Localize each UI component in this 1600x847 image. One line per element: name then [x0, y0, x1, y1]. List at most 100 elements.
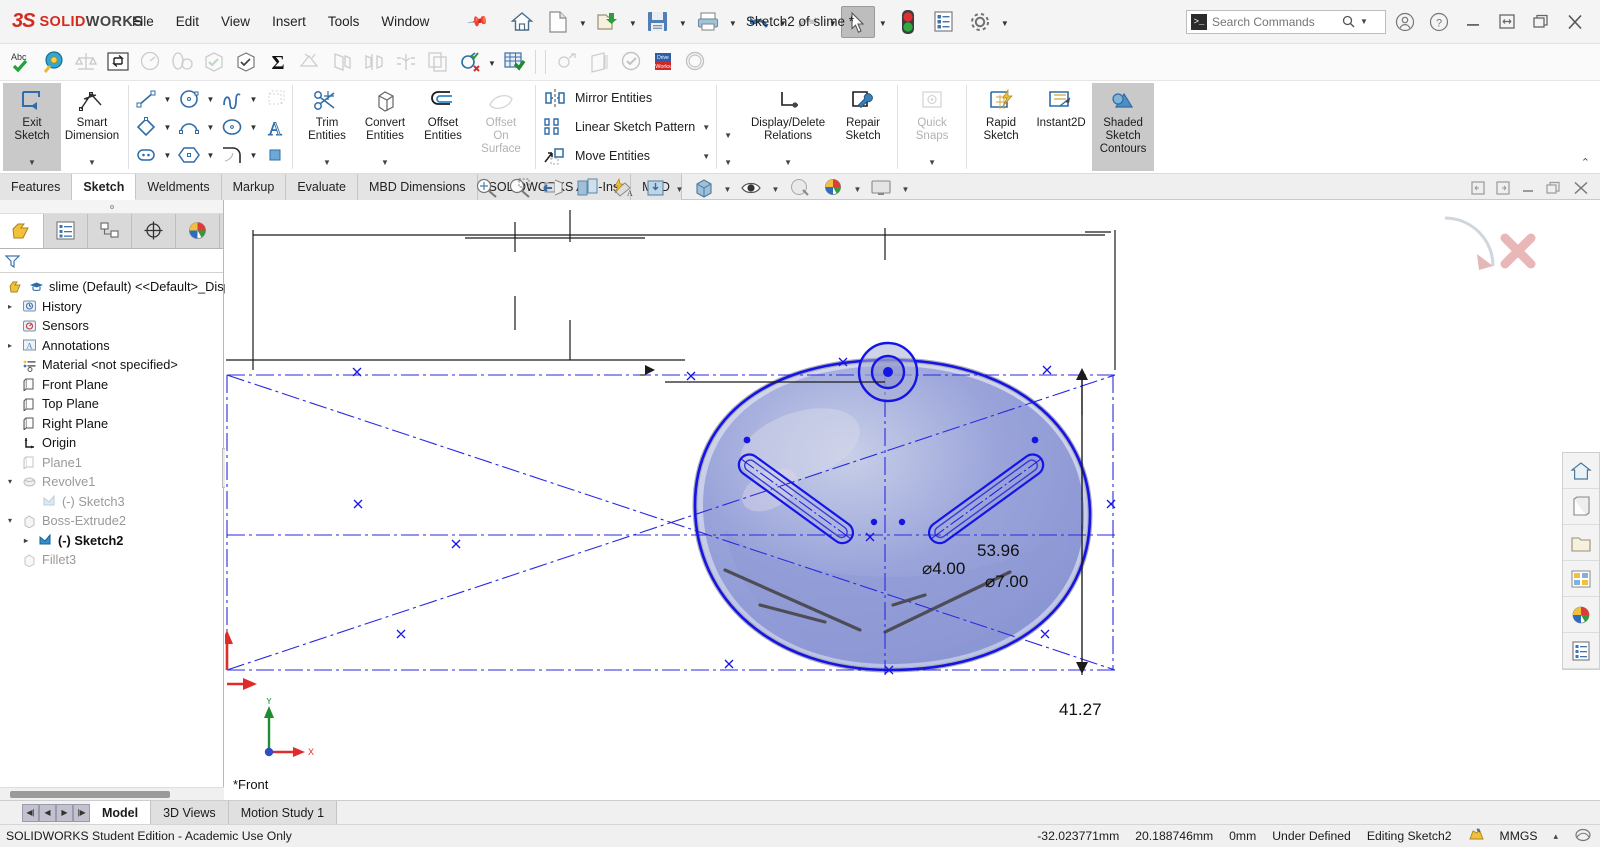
document-maximize-icon[interactable]: [1545, 180, 1563, 196]
dfmxpress-icon[interactable]: [583, 47, 614, 78]
rectangle-tool-caret-icon[interactable]: ▼: [161, 114, 174, 141]
tree-node-sensors[interactable]: Sensors: [0, 316, 223, 336]
compare-documents-icon[interactable]: [390, 47, 421, 78]
mass-properties-icon[interactable]: [70, 47, 101, 78]
ribbon-overflow-caret-1[interactable]: ▼: [724, 131, 732, 140]
diameter-dimension-outer[interactable]: ⌀4.00: [922, 559, 965, 579]
sensor-gauge-icon[interactable]: [134, 47, 165, 78]
select-cursor-icon[interactable]: [840, 5, 875, 38]
sketch-circles-top[interactable]: [857, 341, 919, 403]
driveworksxpress-icon[interactable]: Drive Works: [647, 47, 678, 78]
tree-node-boss-extrude2[interactable]: ▾ Boss-Extrude2: [0, 511, 223, 531]
arc-tool-caret-icon[interactable]: ▼: [204, 114, 217, 141]
undo-caret-icon[interactable]: ▼: [777, 6, 789, 38]
3d-sketch-icon[interactable]: [260, 86, 290, 113]
apply-scene-box-caret-icon[interactable]: ▼: [674, 176, 685, 200]
move-entities-caret-icon[interactable]: ▼: [702, 152, 710, 161]
smart-dimension-caret-icon[interactable]: ▼: [88, 156, 96, 171]
design-table-icon[interactable]: [499, 47, 530, 78]
display-style-lightning-icon[interactable]: A: [606, 176, 637, 200]
view-palette-icon[interactable]: [1563, 561, 1599, 597]
menu-item-insert[interactable]: Insert: [272, 14, 306, 29]
document-close-icon[interactable]: [1572, 180, 1590, 196]
custom-properties-icon[interactable]: [1563, 633, 1599, 669]
view-settings-display-icon[interactable]: [866, 176, 897, 200]
help-icon[interactable]: ?: [1424, 7, 1454, 37]
move-entities-button[interactable]: Move Entities ▼: [542, 143, 710, 170]
select-caret-icon[interactable]: ▼: [877, 6, 889, 38]
slot-tool-icon[interactable]: [131, 142, 161, 169]
home-icon[interactable]: [505, 6, 539, 38]
simulationxpress-icon[interactable]: [615, 47, 646, 78]
search-caret-icon[interactable]: ▼: [1360, 17, 1368, 26]
pane-left-icon[interactable]: [1470, 180, 1486, 196]
vertical-dimension[interactable]: 41.27: [1059, 700, 1102, 720]
graphics-viewport[interactable]: 53.96 ⌀4.00 ⌀7.00 41.27 *Front Y X: [225, 200, 1600, 800]
display-delete-relations-button[interactable]: Display/Delete Relations ▼: [742, 83, 834, 171]
spline-tool-caret-icon[interactable]: ▼: [247, 86, 260, 113]
tree-arrow-revolve1[interactable]: ▾: [4, 477, 16, 486]
exit-sketch-button[interactable]: Exit Sketch ▼: [3, 83, 61, 171]
bottom-tab-3d-views[interactable]: 3D Views: [151, 801, 229, 824]
save-caret-icon[interactable]: ▼: [677, 6, 689, 38]
tree-node-top-plane[interactable]: Top Plane: [0, 394, 223, 414]
sustainability-icon[interactable]: [679, 47, 710, 78]
tree-node-front-plane[interactable]: Front Plane: [0, 375, 223, 395]
text-tool-icon[interactable]: A: [260, 114, 290, 141]
undo-icon[interactable]: [741, 6, 775, 38]
open-caret-icon[interactable]: ▼: [627, 6, 639, 38]
display-overlay-icon[interactable]: [1574, 827, 1592, 846]
tree-node-annotations[interactable]: ▸ A Annotations: [0, 336, 223, 356]
horizontal-dimension[interactable]: 53.96: [977, 541, 1020, 561]
tree-arrow-sketch2[interactable]: ▸: [20, 536, 32, 545]
linear-sketch-pattern-button[interactable]: Linear Sketch Pattern ▼: [542, 114, 710, 141]
tab-weldments[interactable]: Weldments: [136, 174, 222, 200]
menu-item-window[interactable]: Window: [381, 14, 429, 29]
trim-entities-caret-icon[interactable]: ▼: [323, 156, 331, 171]
fillet-tool-caret-icon[interactable]: ▼: [247, 142, 260, 169]
shaded-sketch-contours-button[interactable]: Shaded Sketch Contours: [1092, 83, 1155, 171]
tree-node-sketch2[interactable]: ▸ (-) Sketch2: [0, 531, 223, 551]
redo-icon[interactable]: [791, 6, 825, 38]
options-gear-icon[interactable]: [963, 6, 997, 38]
nav-first-button[interactable]: ◀|: [22, 803, 39, 822]
user-account-icon[interactable]: [1390, 7, 1420, 37]
tree-filter-bar[interactable]: [0, 249, 223, 273]
edit-appearance-icon[interactable]: [784, 176, 815, 200]
sketch-relations-caret-icon[interactable]: ▼: [486, 46, 498, 78]
document-minimize-icon[interactable]: [1520, 180, 1536, 196]
tree-node-revolve1[interactable]: ▾ Revolve1: [0, 472, 223, 492]
plane-tool-icon[interactable]: [260, 142, 290, 169]
bottom-tab-model[interactable]: Model: [90, 801, 152, 824]
maximize-icon[interactable]: [1526, 7, 1556, 37]
circle-tool-caret-icon[interactable]: ▼: [204, 86, 217, 113]
minimize-icon[interactable]: [1458, 7, 1488, 37]
apply-scene-icon[interactable]: [818, 176, 849, 200]
smart-dimension-button[interactable]: Smart Dimension ▼: [61, 83, 123, 171]
arc-tool-icon[interactable]: [174, 114, 204, 141]
tree-node-fillet3[interactable]: Fillet3: [0, 550, 223, 570]
thickness-analysis-icon[interactable]: [326, 47, 357, 78]
geometry-analysis-icon[interactable]: [230, 47, 261, 78]
section-view-icon[interactable]: [538, 176, 569, 200]
tree-node-origin[interactable]: Origin: [0, 433, 223, 453]
appearances-scenes-icon[interactable]: [1563, 597, 1599, 633]
new-document-icon[interactable]: [541, 6, 575, 38]
tree-node-history[interactable]: ▸ History: [0, 297, 223, 317]
bottom-tab-motion-study[interactable]: Motion Study 1: [228, 801, 338, 824]
pin-icon[interactable]: 📌: [466, 10, 490, 34]
tree-horizontal-scrollbar[interactable]: [0, 787, 224, 800]
menu-item-file[interactable]: File: [132, 14, 154, 29]
apply-scene-caret-icon[interactable]: ▼: [852, 176, 863, 200]
view-cube-caret-icon[interactable]: ▼: [722, 176, 733, 200]
apply-scene-box-icon[interactable]: [640, 176, 671, 200]
trim-entities-button[interactable]: Trim Entities ▼: [298, 83, 356, 171]
convert-entities-caret-icon[interactable]: ▼: [381, 156, 389, 171]
fillet-tool-icon[interactable]: [217, 142, 247, 169]
print-caret-icon[interactable]: ▼: [727, 6, 739, 38]
nav-last-button[interactable]: |▶: [73, 803, 90, 822]
spell-checker-icon[interactable]: Abc: [6, 47, 37, 78]
circle-tool-icon[interactable]: [174, 86, 204, 113]
display-manager-tab[interactable]: [176, 214, 220, 248]
save-icon[interactable]: [641, 6, 675, 38]
